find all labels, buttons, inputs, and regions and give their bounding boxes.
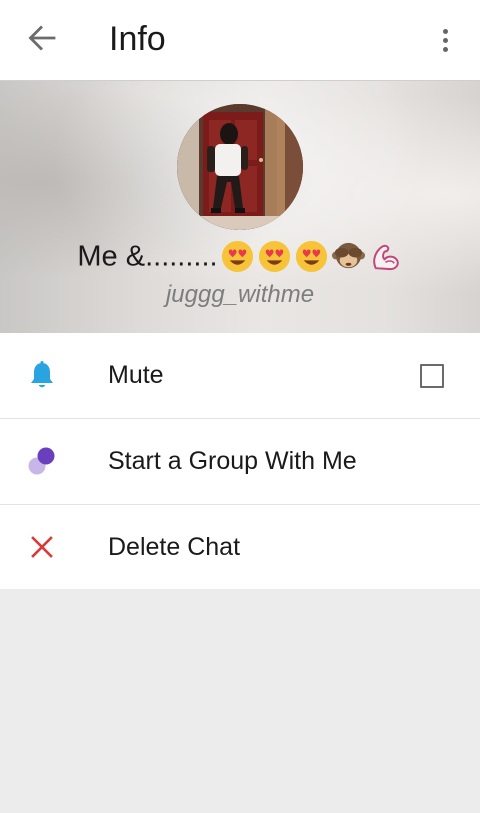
see-no-evil-monkey-emoji-icon — [331, 239, 366, 274]
display-name: Me &......... — [0, 235, 480, 276]
options-list: Mute Start a Group With Me Delete Chat — [0, 333, 480, 591]
more-options-button[interactable] — [430, 22, 460, 58]
group-circles-icon — [26, 445, 58, 477]
mute-checkbox[interactable] — [420, 364, 444, 388]
delete-chat-label: Delete Chat — [108, 533, 241, 561]
mute-option[interactable]: Mute — [0, 333, 480, 419]
more-vertical-icon-dot — [442, 46, 448, 52]
start-group-label: Start a Group With Me — [108, 447, 357, 475]
heart-eyes-emoji-icon — [294, 239, 329, 274]
app-bar: Info — [0, 0, 480, 81]
arrow-left-icon — [28, 25, 56, 56]
page-title: Info — [109, 20, 166, 58]
more-vertical-icon — [442, 28, 448, 34]
start-group-option[interactable]: Start a Group With Me — [0, 419, 480, 505]
name-emojis — [220, 239, 403, 274]
display-name-text: Me &......... — [77, 240, 218, 273]
profile-header: Me &......... juggg_withme — [0, 81, 480, 333]
mute-label: Mute — [108, 361, 164, 389]
more-vertical-icon-dot — [442, 37, 448, 43]
avatar[interactable] — [177, 104, 303, 230]
back-button[interactable] — [22, 22, 62, 58]
empty-area — [0, 589, 480, 813]
bell-icon — [26, 359, 58, 391]
username: juggg_withme — [165, 281, 315, 308]
heart-eyes-emoji-icon — [257, 239, 292, 274]
close-x-icon — [26, 531, 58, 563]
delete-chat-option[interactable]: Delete Chat — [0, 505, 480, 590]
flexed-biceps-emoji-icon — [368, 239, 403, 274]
heart-eyes-emoji-icon — [220, 239, 255, 274]
